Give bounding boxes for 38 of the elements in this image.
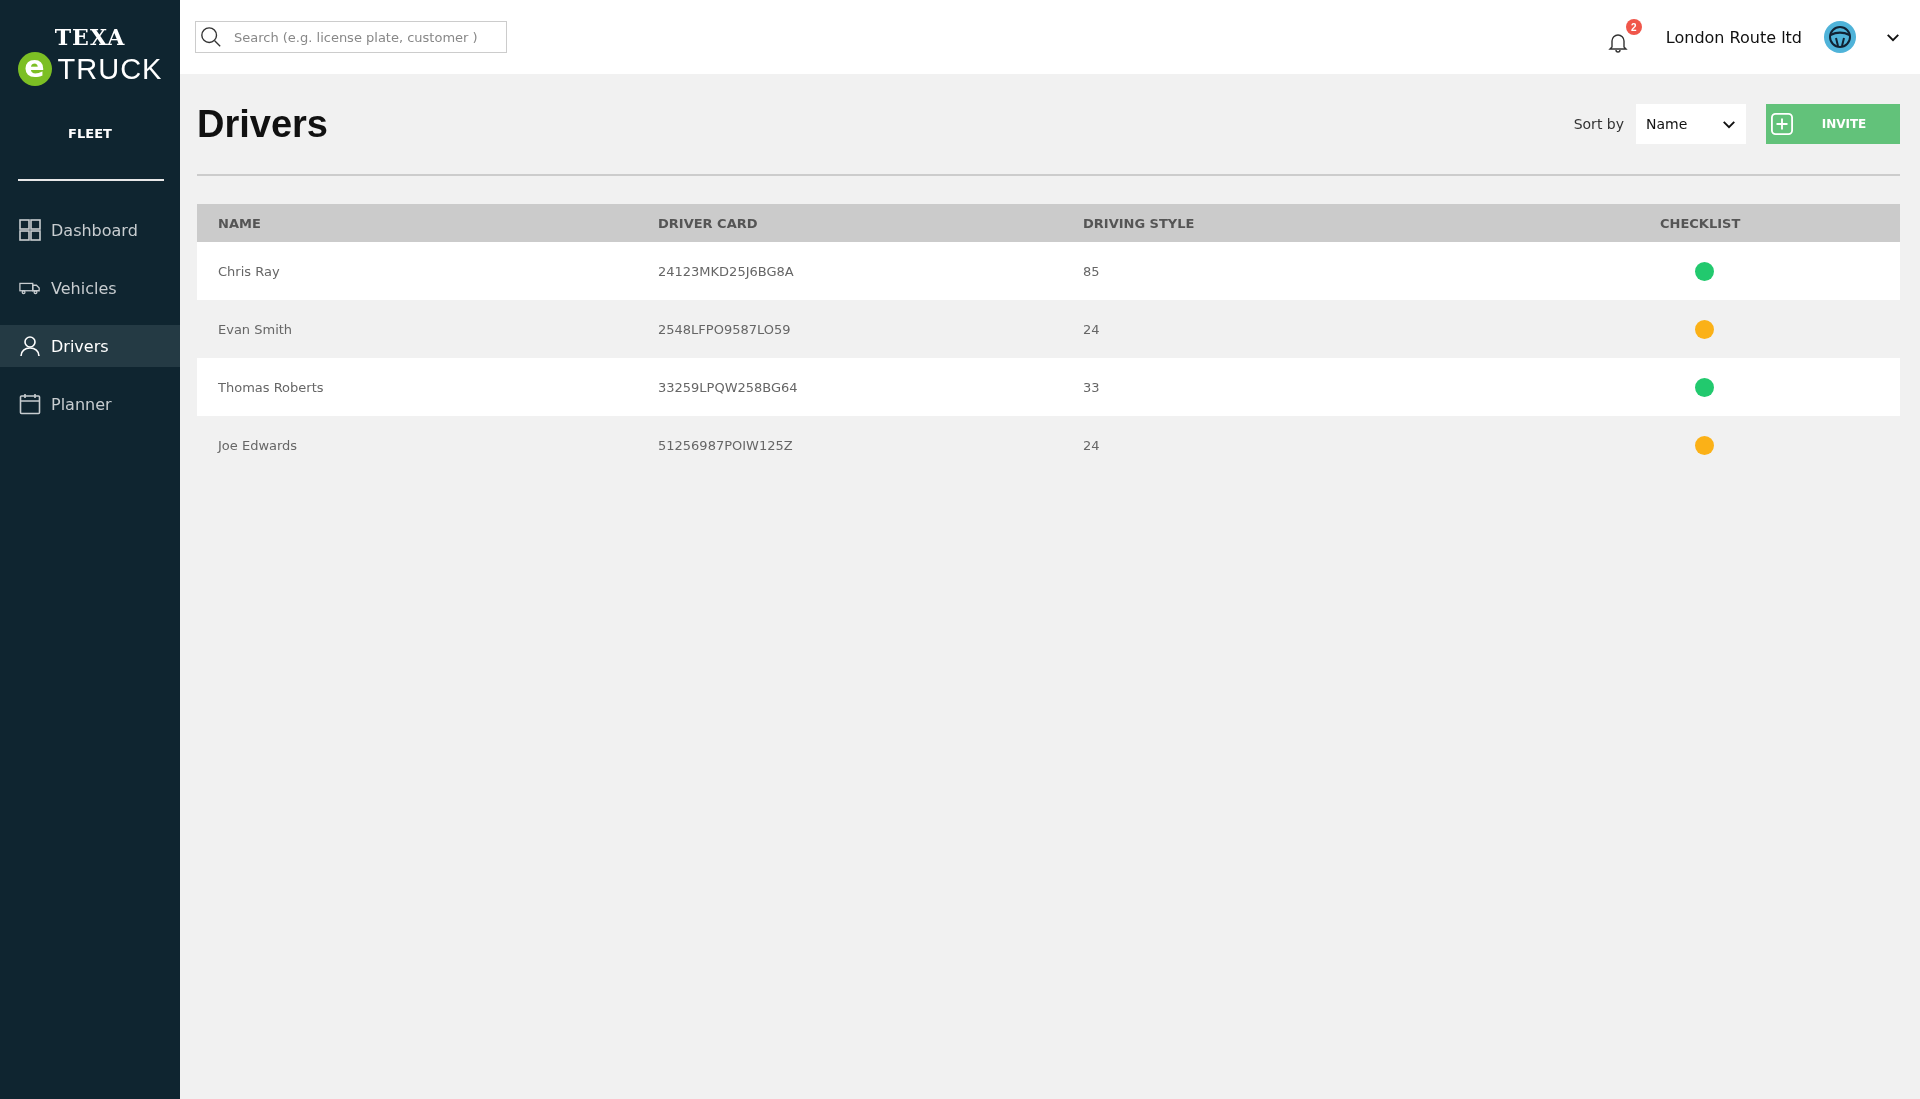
table-cell-text: 2548LFPO9587LO59 [658,321,792,337]
page-title: Drivers [197,102,328,146]
table-cell-text: 33 [1083,379,1101,395]
column-header: CHECKLIST [1660,215,1742,231]
search-icon [200,26,222,48]
chevron-down-icon[interactable] [1886,32,1900,42]
sort-dropdown[interactable]: Name [1636,104,1746,144]
table-cell-text: Evan Smith [218,321,294,337]
plus-icon [1771,113,1793,135]
sidebar-item[interactable]: Vehicles [0,267,180,309]
section-label: FLEET [68,126,112,141]
table-cell-text: 85 [1083,263,1101,279]
column-header: DRIVER CARD [658,215,759,231]
company-name: London Route ltd [1665,27,1802,47]
steering-wheel-avatar-icon[interactable] [1824,21,1856,53]
sidebar-item[interactable]: Planner [0,383,180,425]
sort-label: Sort by [1573,116,1624,132]
logo-text: TRUCK [57,52,163,86]
table-cell-text: Joe Edwards [218,437,299,453]
table-cell-text: Chris Ray [218,263,281,279]
person-icon [19,335,41,357]
calendar-icon [19,393,41,415]
column-header: NAME [218,215,262,231]
table-cell-text: 24 [1083,321,1101,337]
table-cell-text: Thomas Roberts [218,379,325,395]
search-field[interactable]: Search (e.g. license plate, customer ) [195,21,507,53]
table-cell-text: 24 [1083,437,1101,453]
chevron-down-icon [1722,119,1736,129]
grid-icon [19,219,41,241]
logo-badge: e [17,52,52,86]
table-cell-text: 33259LPQW258BG64 [658,379,799,395]
column-header: DRIVING STYLE [1083,215,1196,231]
sidebar-item[interactable]: Dashboard [0,209,180,251]
table-cell-text: 51256987POIW125Z [658,437,794,453]
table-cell-text: 24123MKD25J6BG8A [658,263,795,279]
notification-count: 2 [1625,19,1642,35]
logo-text: TEXA [54,24,126,50]
sidebar-item[interactable]: Drivers [0,325,180,367]
